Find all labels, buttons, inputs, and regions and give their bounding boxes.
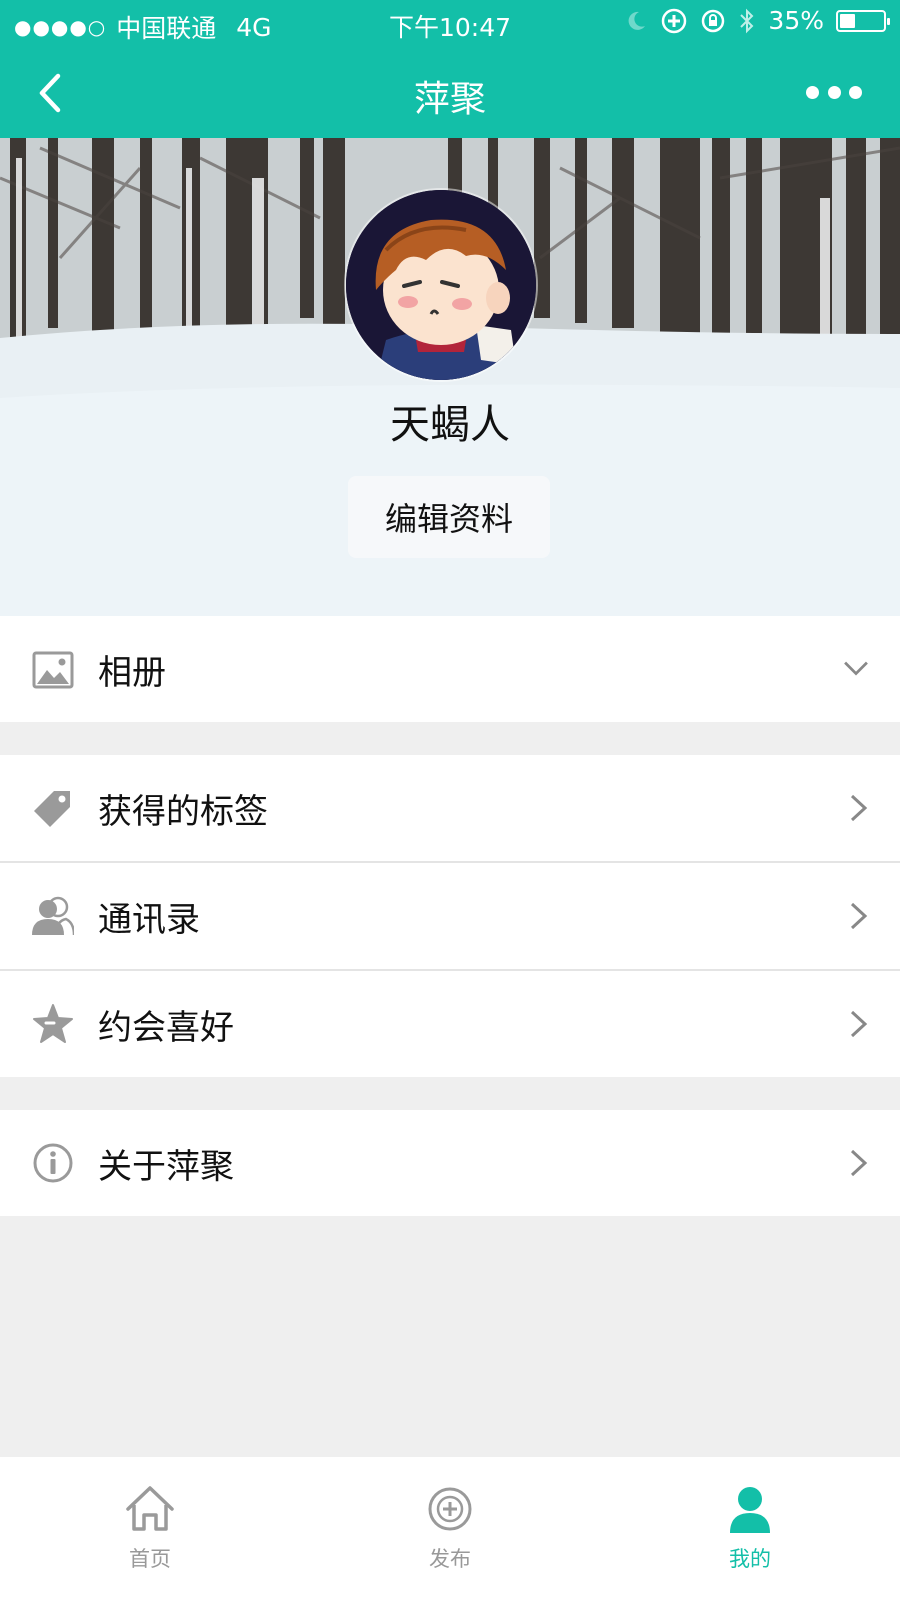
tab-home[interactable]: 首页: [50, 1483, 250, 1573]
menu-label-contacts: 通讯录: [98, 899, 200, 940]
rotation-lock-icon: [662, 8, 687, 33]
menu-item-tags[interactable]: 获得的标签: [0, 755, 900, 861]
menu-label-dating-preferences: 约会喜好: [98, 1007, 234, 1048]
edit-profile-button[interactable]: 编辑资料: [348, 476, 550, 558]
navigation-bar: 萍聚: [0, 50, 900, 138]
page-title: 萍聚: [413, 79, 486, 120]
chevron-right-icon: [850, 1149, 868, 1177]
chevron-right-icon: [850, 902, 868, 930]
menu-item-dating-preferences[interactable]: 约会喜好: [0, 971, 900, 1077]
more-dots-icon: [806, 85, 819, 99]
username: 天蝎人: [390, 402, 510, 448]
cartoon-boy-avatar: [346, 190, 536, 380]
tab-mine[interactable]: 我的: [650, 1483, 850, 1573]
chevron-right-icon: [850, 794, 868, 822]
menu-label-tags: 获得的标签: [98, 791, 268, 832]
tag-icon: [34, 791, 70, 827]
person-icon: [730, 1487, 770, 1533]
tab-label-home: 首页: [129, 1547, 171, 1571]
menu-item-album[interactable]: 相册: [0, 616, 900, 722]
bluetooth-icon: [740, 8, 754, 33]
home-icon: [126, 1486, 174, 1531]
contacts-icon: [32, 896, 74, 936]
tab-bar: 首页 发布 我的: [0, 1457, 900, 1600]
publish-plus-icon: [428, 1487, 472, 1531]
menu-label-about: 关于萍聚: [98, 1146, 234, 1187]
battery-percent: 35%: [768, 6, 824, 35]
chevron-right-icon: [850, 1010, 868, 1038]
menu-label-album: 相册: [98, 652, 166, 693]
avatar[interactable]: [346, 190, 536, 380]
chevron-down-icon: [844, 661, 868, 676]
battery-icon: [836, 9, 890, 32]
tab-publish[interactable]: 发布: [350, 1483, 550, 1573]
image-icon: [32, 651, 74, 689]
tab-label-publish: 发布: [429, 1547, 471, 1571]
alarm-icon: [702, 9, 725, 32]
more-options-button[interactable]: [806, 72, 862, 112]
profile-banner: 天蝎人 编辑资料: [0, 138, 900, 616]
menu-item-about[interactable]: 关于萍聚: [0, 1110, 900, 1216]
status-bar: ●●●●○ 中国联通 4G 下午10:47 35%: [0, 0, 900, 46]
menu-item-contacts[interactable]: 通讯录: [0, 863, 900, 969]
moon-icon: [629, 11, 646, 30]
star-icon: [33, 1004, 73, 1043]
top-bar: ●●●●○ 中国联通 4G 下午10:47 35% 萍聚: [0, 0, 900, 138]
tab-label-mine: 我的: [729, 1547, 771, 1571]
info-icon: [33, 1143, 73, 1183]
